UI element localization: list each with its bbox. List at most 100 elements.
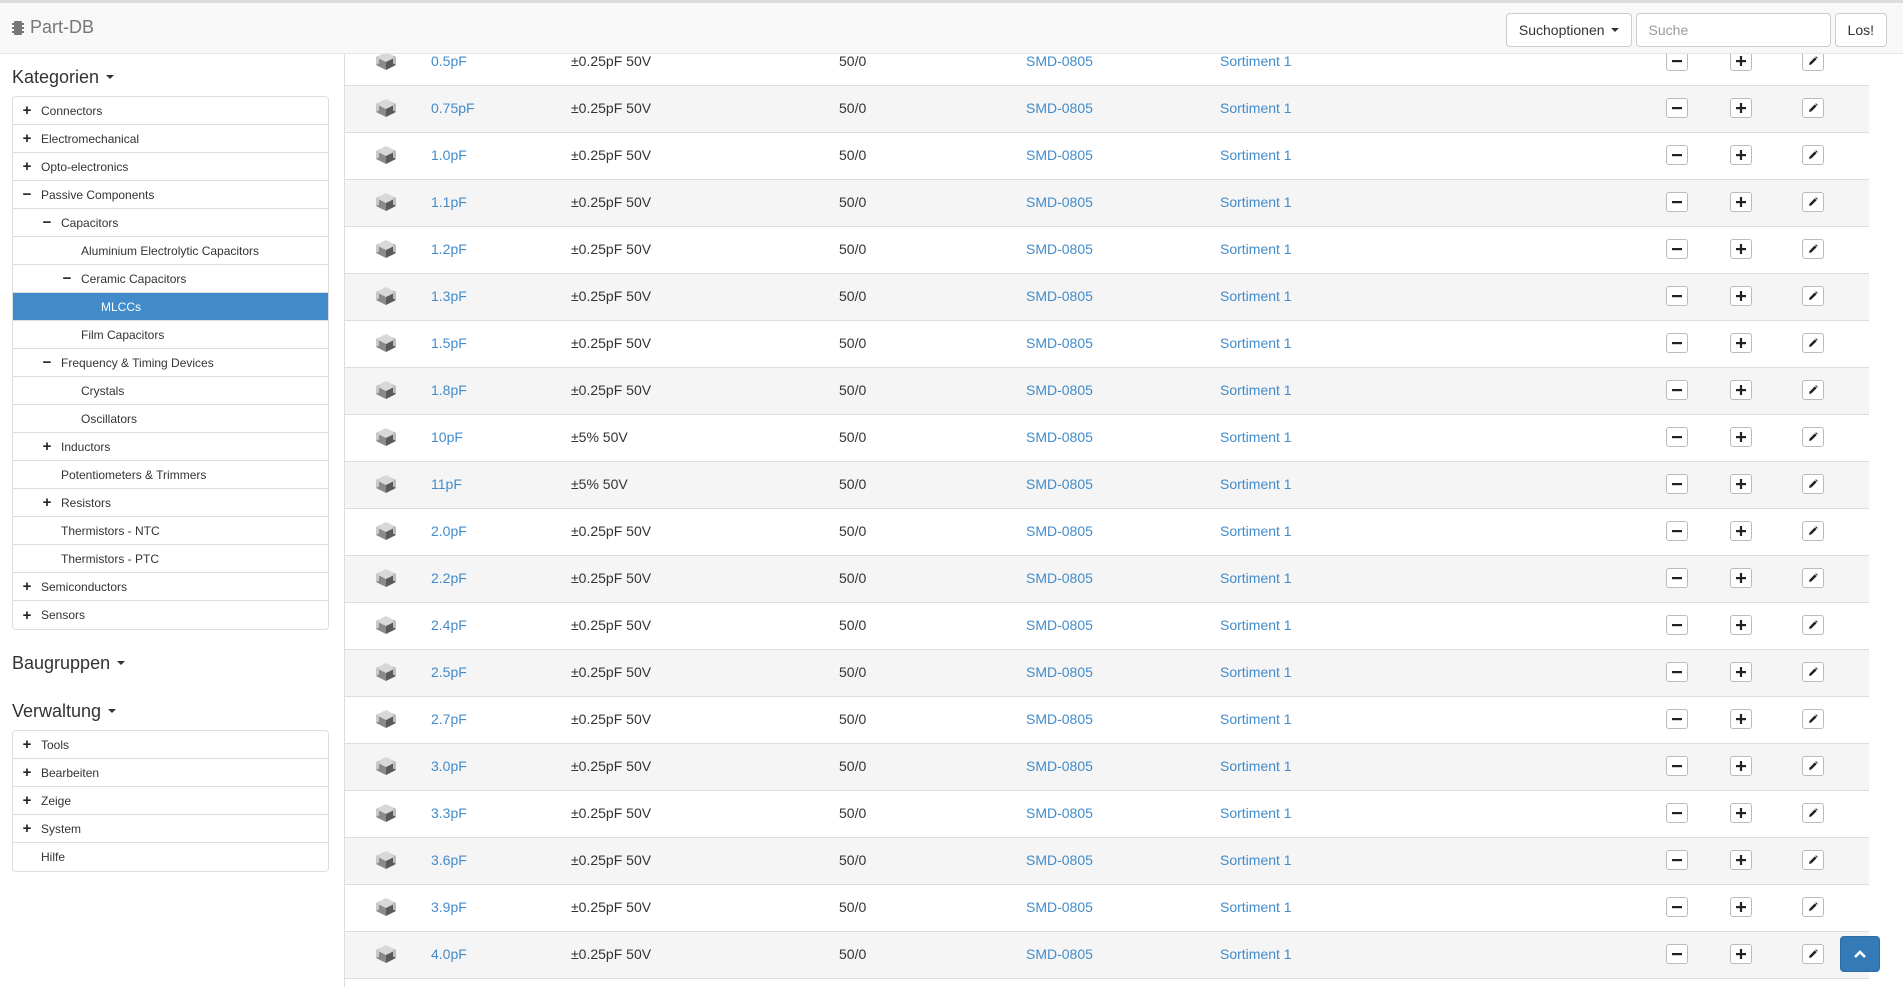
category-item-inductors[interactable]: + Inductors: [13, 433, 328, 461]
edit-button[interactable]: [1802, 615, 1824, 635]
admin-item-bearbeiten[interactable]: + Bearbeiten: [13, 759, 328, 787]
decrement-button[interactable]: [1666, 709, 1688, 729]
edit-button[interactable]: [1802, 380, 1824, 400]
footprint-link[interactable]: SMD-0805: [1026, 54, 1093, 69]
edit-button[interactable]: [1802, 145, 1824, 165]
increment-button[interactable]: [1730, 850, 1752, 870]
part-name-link[interactable]: 3.6pF: [431, 852, 467, 868]
increment-button[interactable]: [1730, 145, 1752, 165]
decrement-button[interactable]: [1666, 286, 1688, 306]
decrement-button[interactable]: [1666, 897, 1688, 917]
category-item-film-capacitors[interactable]: Film Capacitors: [13, 321, 328, 349]
groups-heading[interactable]: Baugruppen: [12, 648, 329, 678]
footprint-link[interactable]: SMD-0805: [1026, 570, 1093, 586]
increment-button[interactable]: [1730, 662, 1752, 682]
part-name-link[interactable]: 3.0pF: [431, 758, 467, 774]
edit-button[interactable]: [1802, 286, 1824, 306]
increment-button[interactable]: [1730, 709, 1752, 729]
category-item-thermistors-ptc[interactable]: Thermistors - PTC: [13, 545, 328, 573]
increment-button[interactable]: [1730, 333, 1752, 353]
footprint-link[interactable]: SMD-0805: [1026, 852, 1093, 868]
increment-button[interactable]: [1730, 427, 1752, 447]
storage-location-link[interactable]: Sortiment 1: [1220, 429, 1292, 445]
increment-button[interactable]: [1730, 944, 1752, 964]
decrement-button[interactable]: [1666, 568, 1688, 588]
decrement-button[interactable]: [1666, 756, 1688, 776]
admin-item-zeige[interactable]: + Zeige: [13, 787, 328, 815]
collapse-minus-icon[interactable]: −: [41, 215, 53, 230]
storage-location-link[interactable]: Sortiment 1: [1220, 805, 1292, 821]
decrement-button[interactable]: [1666, 474, 1688, 494]
storage-location-link[interactable]: Sortiment 1: [1220, 54, 1292, 69]
decrement-button[interactable]: [1666, 615, 1688, 635]
edit-button[interactable]: [1802, 333, 1824, 353]
storage-location-link[interactable]: Sortiment 1: [1220, 946, 1292, 962]
storage-location-link[interactable]: Sortiment 1: [1220, 288, 1292, 304]
footprint-link[interactable]: SMD-0805: [1026, 100, 1093, 116]
footprint-link[interactable]: SMD-0805: [1026, 805, 1093, 821]
edit-button[interactable]: [1802, 54, 1824, 71]
storage-location-link[interactable]: Sortiment 1: [1220, 523, 1292, 539]
part-name-link[interactable]: 10pF: [431, 429, 463, 445]
search-options-button[interactable]: Suchoptionen: [1505, 13, 1632, 47]
decrement-button[interactable]: [1666, 98, 1688, 118]
expand-plus-icon[interactable]: +: [21, 821, 33, 836]
admin-item-system[interactable]: + System: [13, 815, 328, 843]
decrement-button[interactable]: [1666, 192, 1688, 212]
storage-location-link[interactable]: Sortiment 1: [1220, 664, 1292, 680]
expand-plus-icon[interactable]: +: [21, 159, 33, 174]
search-go-button[interactable]: Los!: [1834, 13, 1887, 47]
decrement-button[interactable]: [1666, 427, 1688, 447]
expand-plus-icon[interactable]: +: [21, 737, 33, 752]
search-input[interactable]: [1635, 13, 1831, 47]
storage-location-link[interactable]: Sortiment 1: [1220, 711, 1292, 727]
expand-plus-icon[interactable]: +: [21, 793, 33, 808]
footprint-link[interactable]: SMD-0805: [1026, 429, 1093, 445]
collapse-minus-icon[interactable]: −: [21, 187, 33, 202]
category-item-opto-electronics[interactable]: + Opto-electronics: [13, 153, 328, 181]
part-name-link[interactable]: 0.75pF: [431, 100, 475, 116]
footprint-link[interactable]: SMD-0805: [1026, 946, 1093, 962]
edit-button[interactable]: [1802, 98, 1824, 118]
increment-button[interactable]: [1730, 380, 1752, 400]
expand-plus-icon[interactable]: +: [41, 495, 53, 510]
admin-heading[interactable]: Verwaltung: [12, 696, 329, 726]
edit-button[interactable]: [1802, 427, 1824, 447]
increment-button[interactable]: [1730, 897, 1752, 917]
decrement-button[interactable]: [1666, 944, 1688, 964]
expand-plus-icon[interactable]: +: [21, 765, 33, 780]
category-item-connectors[interactable]: + Connectors: [13, 97, 328, 125]
expand-plus-icon[interactable]: +: [41, 439, 53, 454]
part-name-link[interactable]: 1.1pF: [431, 194, 467, 210]
edit-button[interactable]: [1802, 944, 1824, 964]
decrement-button[interactable]: [1666, 662, 1688, 682]
part-name-link[interactable]: 1.2pF: [431, 241, 467, 257]
increment-button[interactable]: [1730, 286, 1752, 306]
storage-location-link[interactable]: Sortiment 1: [1220, 100, 1292, 116]
footprint-link[interactable]: SMD-0805: [1026, 382, 1093, 398]
footprint-link[interactable]: SMD-0805: [1026, 241, 1093, 257]
category-item-crystals[interactable]: Crystals: [13, 377, 328, 405]
edit-button[interactable]: [1802, 568, 1824, 588]
edit-button[interactable]: [1802, 474, 1824, 494]
expand-plus-icon[interactable]: +: [21, 131, 33, 146]
footprint-link[interactable]: SMD-0805: [1026, 617, 1093, 633]
category-item-thermistors-ntc[interactable]: Thermistors - NTC: [13, 517, 328, 545]
increment-button[interactable]: [1730, 756, 1752, 776]
increment-button[interactable]: [1730, 192, 1752, 212]
part-name-link[interactable]: 1.8pF: [431, 382, 467, 398]
storage-location-link[interactable]: Sortiment 1: [1220, 617, 1292, 633]
category-item-sensors[interactable]: + Sensors: [13, 601, 328, 629]
part-name-link[interactable]: 2.5pF: [431, 664, 467, 680]
expand-plus-icon[interactable]: +: [21, 103, 33, 118]
storage-location-link[interactable]: Sortiment 1: [1220, 476, 1292, 492]
decrement-button[interactable]: [1666, 239, 1688, 259]
increment-button[interactable]: [1730, 239, 1752, 259]
edit-button[interactable]: [1802, 662, 1824, 682]
category-item-electromechanical[interactable]: + Electromechanical: [13, 125, 328, 153]
brand-link[interactable]: Part-DB: [12, 17, 94, 38]
part-name-link[interactable]: 2.2pF: [431, 570, 467, 586]
increment-button[interactable]: [1730, 474, 1752, 494]
part-name-link[interactable]: 1.0pF: [431, 147, 467, 163]
admin-item-tools[interactable]: + Tools: [13, 731, 328, 759]
